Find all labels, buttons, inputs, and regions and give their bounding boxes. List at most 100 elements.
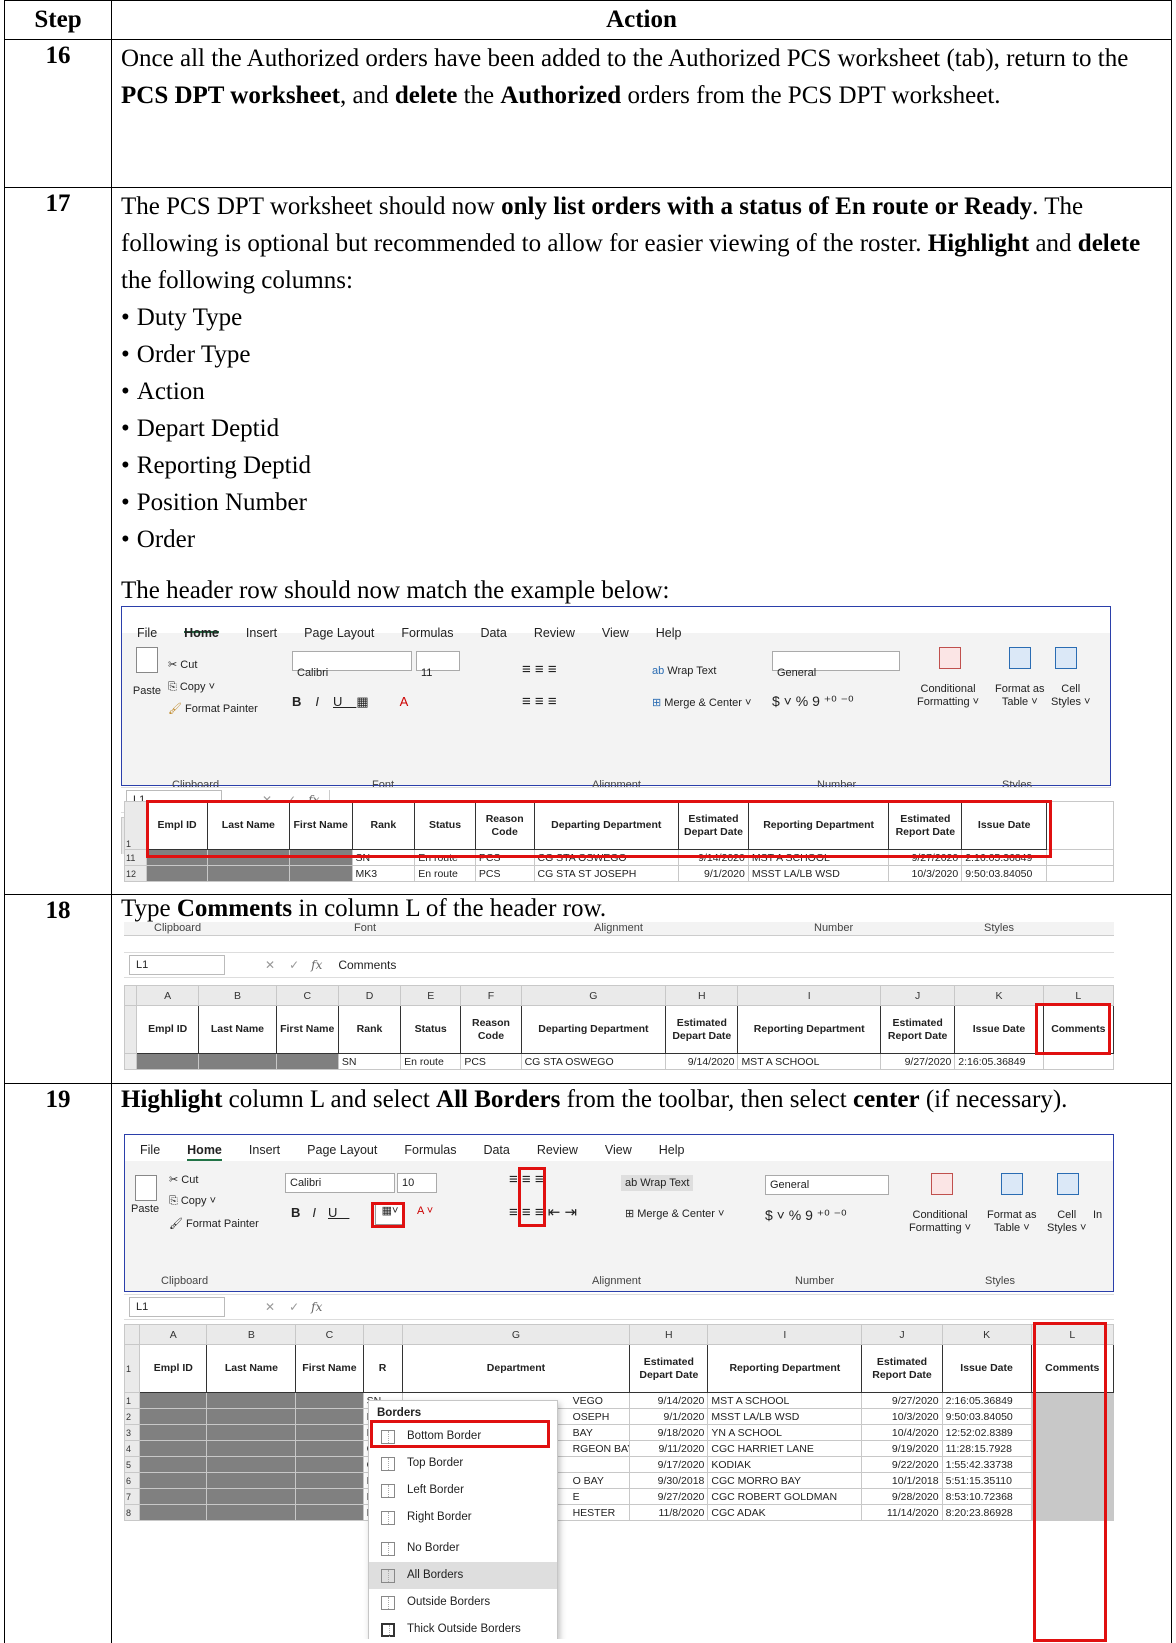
copy-button[interactable]: ⎘ Copy ˅ [169, 1195, 216, 1208]
font-size-select[interactable]: 11 [416, 651, 460, 679]
header-cell[interactable]: Issue Date [961, 801, 1048, 850]
cell[interactable] [206, 865, 290, 882]
cell[interactable] [1046, 849, 1114, 866]
col-header[interactable] [362, 1324, 403, 1345]
col-header[interactable]: H [629, 1324, 709, 1345]
cell[interactable] [124, 1053, 138, 1070]
merge-center-button[interactable]: ⊞ Merge & Center ˅ [652, 685, 751, 722]
cell[interactable]: 9:50:03.84050 [961, 865, 1048, 882]
borders-button[interactable]: ▦˅ [375, 1203, 405, 1225]
borders-menu-item-top-border[interactable]: Top Border [369, 1450, 557, 1477]
number-format-select[interactable]: General [772, 651, 900, 679]
col-header[interactable]: K [954, 985, 1044, 1006]
cell[interactable]: MSST LA/LB WSD [747, 865, 890, 882]
menu-view[interactable]: View [605, 1143, 632, 1161]
borders-menu-item-thick-outside-borders[interactable]: Thick Outside Borders [369, 1616, 557, 1639]
conditional-formatting-button[interactable]: Conditional Formatting ˅ [909, 1209, 971, 1235]
font-name-select[interactable]: Calibri [285, 1173, 395, 1193]
cell[interactable]: En route [400, 1053, 462, 1070]
font-color-button[interactable]: A ˅ [417, 1205, 433, 1217]
header-cell[interactable]: Empl ID [139, 1344, 208, 1393]
cut-button[interactable]: ✂ Cut [169, 1173, 198, 1186]
borders-menu-item-no-border[interactable]: No Border [369, 1535, 557, 1562]
menu-file[interactable]: File [137, 615, 157, 640]
header-cell[interactable]: Status [414, 801, 476, 850]
header-cell[interactable]: Estimated Depart Date [665, 1005, 739, 1054]
borders-menu-item-left-border[interactable]: Left Border [369, 1477, 557, 1504]
enter-icon[interactable]: ✓ [289, 958, 299, 972]
menu-view[interactable]: View [602, 615, 629, 640]
cell[interactable] [1046, 865, 1114, 882]
cancel-icon[interactable]: ✕ [265, 958, 275, 972]
cell[interactable]: En route [414, 865, 476, 882]
header-cell[interactable]: Reporting Department [707, 1344, 863, 1393]
number-format-buttons[interactable]: $ ˅ % 9 ⁺⁰ ⁻⁰ [765, 1207, 847, 1224]
font-style-buttons[interactable]: BIU [291, 1205, 349, 1220]
cell[interactable]: 9/27/2020 [879, 1053, 956, 1070]
header-cell[interactable]: Empl ID [146, 801, 208, 850]
menu-file[interactable]: File [140, 1143, 160, 1161]
header-cell[interactable]: Department [401, 1344, 631, 1393]
cell[interactable]: En route [414, 849, 476, 866]
header-cell[interactable]: Comments [1042, 1005, 1114, 1054]
enter-icon[interactable]: ✓ [289, 1300, 299, 1314]
align-icons[interactable]: ≡ ≡ ≡ [509, 1171, 544, 1188]
menu-help[interactable]: Help [659, 1143, 685, 1161]
borders-menu-item-bottom-border[interactable]: Bottom Border [369, 1423, 557, 1450]
borders-menu-item-right-border[interactable]: Right Border [369, 1504, 557, 1531]
col-header[interactable]: G [401, 1324, 631, 1345]
col-header[interactable]: I [737, 985, 881, 1006]
empty-cell-l[interactable] [1046, 801, 1114, 850]
menu-data[interactable]: Data [483, 1143, 509, 1161]
header-cell[interactable]: Last Name [206, 801, 290, 850]
fx-icon[interactable]: fx [311, 958, 322, 972]
col-header[interactable]: A [136, 985, 200, 1006]
number-format-select[interactable]: General [765, 1175, 889, 1195]
menu-review[interactable]: Review [534, 615, 575, 640]
header-cell[interactable]: Estimated Report Date [888, 801, 963, 850]
font-name-select[interactable]: Calibri [292, 651, 412, 679]
cell-styles-button[interactable]: Cell Styles ˅ [1047, 1209, 1086, 1235]
menu-page-layout[interactable]: Page Layout [307, 1143, 377, 1161]
name-box[interactable]: L1 [129, 955, 225, 975]
align-bottom-icons[interactable]: ≡ ≡ ≡ [522, 683, 557, 720]
col-header[interactable]: E [400, 985, 462, 1006]
header-cell[interactable]: Last Name [206, 1344, 297, 1393]
merge-center-button[interactable]: ⊞ Merge & Center ˅ [625, 1207, 724, 1220]
cell[interactable]: 9/14/2020 [665, 1053, 739, 1070]
menu-insert[interactable]: Insert [249, 1143, 280, 1161]
header-cell[interactable]: First Name [275, 1005, 339, 1054]
col-header[interactable]: J [861, 1324, 943, 1345]
col-header[interactable]: H [665, 985, 739, 1006]
cell[interactable]: 9/27/2020 [888, 849, 963, 866]
col-header[interactable]: K [941, 1324, 1032, 1345]
header-cell[interactable]: Departing Department [533, 801, 680, 850]
cancel-icon[interactable]: ✕ [265, 1300, 275, 1314]
font-style-buttons[interactable]: BIU▦ A [292, 683, 422, 720]
col-header[interactable]: J [879, 985, 956, 1006]
cell[interactable] [288, 849, 353, 866]
menu-home[interactable]: Home [187, 1143, 222, 1161]
formula-input[interactable]: Comments [338, 958, 396, 972]
cell[interactable]: 10/3/2020 [888, 865, 963, 882]
borders-menu-item-all-borders[interactable]: All Borders [369, 1562, 557, 1589]
format-as-table-button[interactable]: Format as Table ˅ [995, 683, 1045, 709]
cell[interactable]: MST A SCHOOL [747, 849, 890, 866]
menu-home[interactable]: Home [184, 615, 219, 640]
header-cell[interactable]: Reporting Department [747, 801, 890, 850]
cell[interactable]: 9/1/2020 [678, 865, 749, 882]
cell[interactable]: 2:16:05.36849 [954, 1053, 1044, 1070]
col-header[interactable]: I [707, 1324, 863, 1345]
header-cell[interactable]: Estimated Depart Date [678, 801, 749, 850]
cell[interactable] [136, 1053, 200, 1070]
header-cell[interactable]: Comments [1030, 1344, 1114, 1393]
cell-styles-button[interactable]: Cell Styles ˅ [1051, 683, 1090, 709]
col-header[interactable]: C [275, 985, 339, 1006]
format-as-table-button[interactable]: Format as Table ˅ [987, 1209, 1037, 1235]
cell[interactable] [146, 849, 208, 866]
fx-icon[interactable]: fx [311, 1300, 322, 1314]
header-cell[interactable]: Empl ID [136, 1005, 200, 1054]
format-painter-button[interactable]: 🖌 Format Painter [169, 1217, 259, 1230]
menu-review[interactable]: Review [537, 1143, 578, 1161]
header-cell[interactable]: Estimated Report Date [861, 1344, 943, 1393]
